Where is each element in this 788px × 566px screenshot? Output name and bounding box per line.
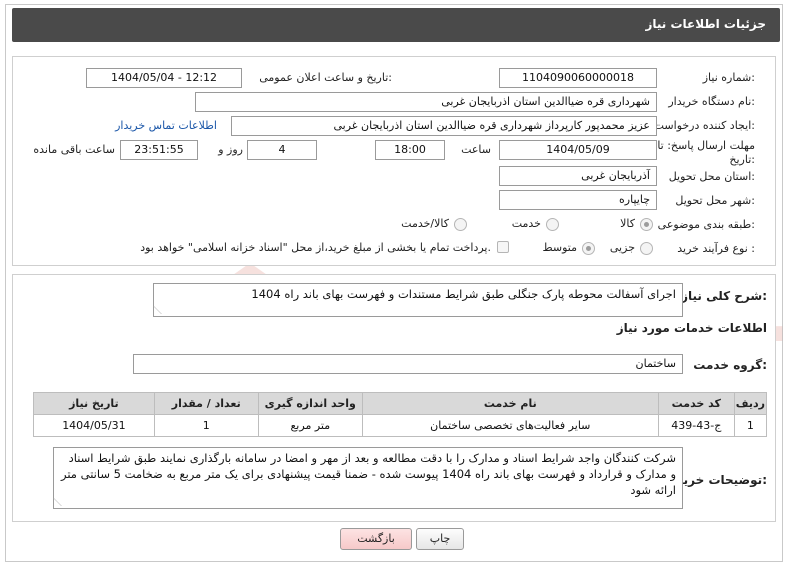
remaining-days-field: 4: [247, 140, 317, 160]
col-qty: تعداد / مقدار: [153, 392, 259, 415]
print-button[interactable]: چاپ: [416, 528, 464, 550]
deadline-label: مهلت ارسال پاسخ: تا: [657, 139, 755, 152]
deadline-date-field: 1404/05/09: [499, 140, 657, 160]
summary-text: اجرای آسفالت محوطه پارک جنگلی طبق شرایط …: [251, 287, 676, 301]
buyer-contact-link[interactable]: اطلاعات تماس خریدار: [115, 119, 217, 132]
process-option-minor: جزیی: [609, 241, 635, 254]
category-radio-service[interactable]: [546, 218, 559, 231]
process-label: نوع فرآیند خرید :: [677, 242, 755, 255]
cell-code: ج-43-439: [657, 414, 735, 437]
remaining-label: ساعت باقی مانده: [33, 143, 115, 156]
process-option-medium: متوسط: [542, 241, 577, 254]
cell-unit: متر مربع: [257, 414, 363, 437]
services-section-title: اطلاعات خدمات مورد نیاز: [616, 321, 767, 335]
buyer-notes-text: شرکت کنندگان واجد شرایط اسناد و مدارک را…: [60, 451, 676, 497]
category-label: طبقه بندی موضوعی:: [657, 218, 755, 231]
table-row: 1 ج-43-439 سایر فعالیت‌های تخصصی ساختمان…: [33, 414, 768, 437]
deadline-time-label: ساعت: [461, 143, 491, 156]
service-group-label: گروه خدمت:: [693, 358, 767, 372]
city-field: چایپاره: [499, 190, 657, 210]
requester-label: ایجاد کننده درخواست:: [653, 119, 755, 132]
buyer-org-label: نام دستگاه خریدار:: [668, 95, 755, 108]
deadline-time-field: 18:00: [375, 140, 445, 160]
deadline-label-date: تاریخ:: [729, 153, 755, 166]
category-option-goods-service: کالا/خدمت: [401, 217, 449, 230]
resize-grip-icon: [153, 306, 169, 314]
category-radio-goods-service[interactable]: [454, 218, 467, 231]
col-name: نام خدمت: [361, 392, 659, 415]
treasury-payment-checkbox[interactable]: [497, 241, 509, 253]
service-group-field: ساختمان: [133, 354, 683, 374]
buyer-org-field: شهرداری قره ضیاالدین استان اذربایجان غرب…: [195, 92, 657, 112]
days-label: روز و: [218, 143, 243, 156]
category-option-goods: کالا: [620, 217, 635, 230]
buyer-notes-textarea: شرکت کنندگان واجد شرایط اسناد و مدارک را…: [53, 447, 683, 509]
services-table: ردیف کد خدمت نام خدمت واحد اندازه گیری ت…: [33, 392, 768, 437]
summary-label: شرح کلی نیاز:: [681, 289, 767, 303]
back-button[interactable]: بازگشت: [340, 528, 412, 550]
city-label: شهر محل تحویل:: [675, 194, 755, 207]
requester-field: عزیز محمدپور کارپرداز شهرداری قره ضیاالد…: [231, 116, 657, 136]
province-label: استان محل تحویل:: [668, 170, 755, 183]
category-option-service: خدمت: [511, 217, 541, 230]
col-row: ردیف: [733, 392, 768, 415]
resize-grip-icon: [53, 498, 69, 506]
details-panel: شرح کلی نیاز: اجرای آسفالت محوطه پارک جن…: [12, 274, 776, 522]
remaining-time-field: 23:51:55: [120, 140, 198, 160]
need-info-panel: شماره نیاز: 1104090060000018 تاریخ و ساع…: [12, 56, 776, 266]
cell-qty: 1: [153, 414, 259, 437]
province-field: آذربایجان غربی: [499, 166, 657, 186]
need-number-label: شماره نیاز:: [702, 71, 755, 84]
summary-textarea: اجرای آسفالت محوطه پارک جنگلی طبق شرایط …: [153, 283, 683, 317]
announce-field: 1404/05/04 - 12:12: [86, 68, 242, 88]
process-radio-medium[interactable]: [582, 242, 595, 255]
category-radio-goods[interactable]: [640, 218, 653, 231]
col-code: کد خدمت: [657, 392, 735, 415]
cell-row: 1: [733, 414, 768, 437]
cell-date: 1404/05/31: [33, 414, 155, 437]
services-table-header: ردیف کد خدمت نام خدمت واحد اندازه گیری ت…: [33, 392, 768, 415]
announce-label: تاریخ و ساعت اعلان عمومی:: [259, 71, 392, 84]
col-date: تاریخ نیاز: [33, 392, 155, 415]
col-unit: واحد اندازه گیری: [257, 392, 363, 415]
page-title: جزئیات اطلاعات نیاز: [645, 17, 766, 31]
need-number-field: 1104090060000018: [499, 68, 657, 88]
cell-name: سایر فعالیت‌های تخصصی ساختمان: [361, 414, 659, 437]
process-radio-minor[interactable]: [640, 242, 653, 255]
treasury-payment-note: پرداخت تمام یا بخشی از مبلغ خرید،از محل …: [140, 241, 491, 254]
header-bar: جزئیات اطلاعات نیاز: [12, 8, 780, 42]
